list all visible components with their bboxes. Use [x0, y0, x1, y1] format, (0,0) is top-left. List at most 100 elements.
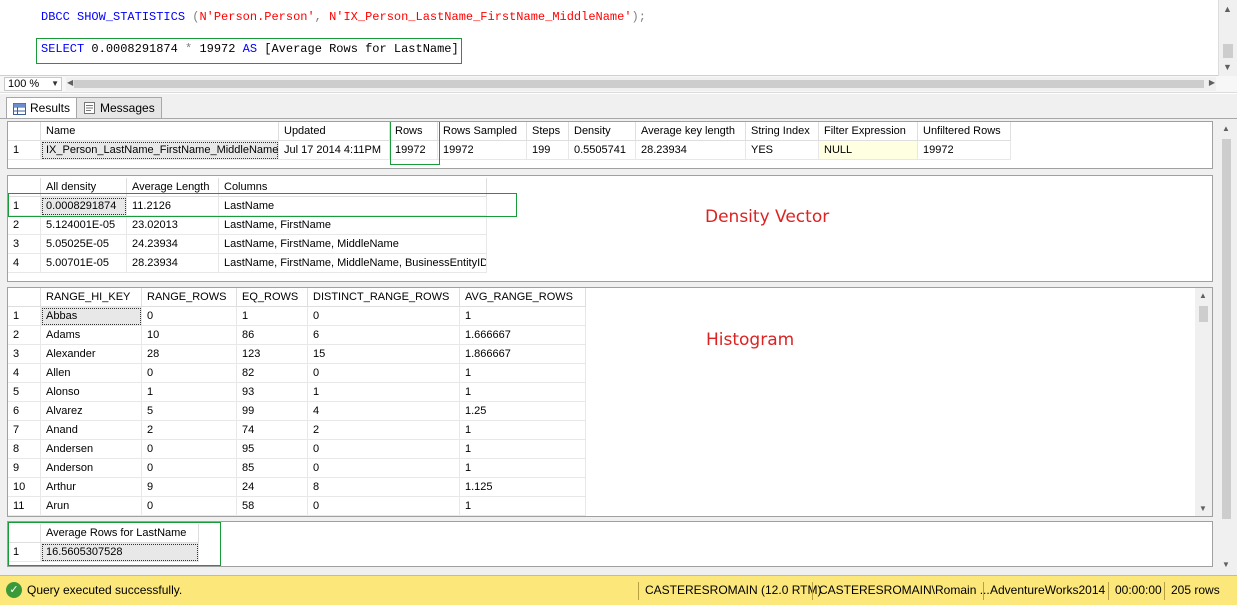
column-header[interactable]: DISTINCT_RANGE_ROWS	[308, 288, 460, 307]
results-vertical-scrollbar[interactable]: ▲ ▼	[1218, 119, 1235, 574]
column-header[interactable]: Updated	[279, 122, 390, 141]
row-number[interactable]: 11	[8, 497, 41, 516]
scroll-up-icon[interactable]: ▲	[1223, 4, 1232, 14]
table-cell[interactable]: 1	[308, 383, 460, 402]
column-header[interactable]: Rows Sampled	[438, 122, 527, 141]
table-cell[interactable]: 9	[142, 478, 237, 497]
table-cell[interactable]: 95	[237, 440, 308, 459]
tab-results[interactable]: Results	[6, 97, 78, 119]
table-cell[interactable]: 1	[460, 421, 586, 440]
table-cell[interactable]: 82	[237, 364, 308, 383]
scroll-thumb[interactable]	[1199, 306, 1208, 322]
table-cell[interactable]: 93	[237, 383, 308, 402]
row-number[interactable]: 4	[8, 254, 41, 273]
histogram-grid[interactable]: RANGE_HI_KEY RANGE_ROWS EQ_ROWS DISTINCT…	[7, 287, 1213, 517]
table-cell[interactable]: 1	[460, 383, 586, 402]
table-cell[interactable]: 1.25	[460, 402, 586, 421]
row-number[interactable]: 9	[8, 459, 41, 478]
column-header[interactable]: AVG_RANGE_ROWS	[460, 288, 586, 307]
table-cell[interactable]: 0	[308, 459, 460, 478]
table-cell[interactable]: Alvarez	[41, 402, 142, 421]
column-header[interactable]: Density	[569, 122, 636, 141]
column-header[interactable]: EQ_ROWS	[237, 288, 308, 307]
row-number[interactable]: 10	[8, 478, 41, 497]
zoom-select[interactable]: 100 % ▼	[4, 77, 62, 91]
table-cell[interactable]: 2	[142, 421, 237, 440]
row-number[interactable]: 4	[8, 364, 41, 383]
column-header[interactable]: Filter Expression	[819, 122, 918, 141]
column-header[interactable]: String Index	[746, 122, 819, 141]
table-cell[interactable]: 5.00701E-05	[41, 254, 127, 273]
table-cell[interactable]: 1.125	[460, 478, 586, 497]
row-number[interactable]: 2	[8, 326, 41, 345]
column-header[interactable]: RANGE_ROWS	[142, 288, 237, 307]
table-cell[interactable]: Abbas	[41, 307, 142, 326]
table-cell[interactable]: 0	[142, 364, 237, 383]
table-cell[interactable]: 19972	[438, 141, 527, 160]
scroll-thumb[interactable]	[1222, 139, 1231, 519]
table-cell[interactable]: 85	[237, 459, 308, 478]
table-cell[interactable]: Arthur	[41, 478, 142, 497]
query-editor[interactable]: DBCC SHOW_STATISTICS (N'Person.Person', …	[0, 0, 1237, 76]
table-cell[interactable]: 6	[308, 326, 460, 345]
scroll-down-icon[interactable]: ▼	[1222, 560, 1230, 569]
table-cell[interactable]: 0	[308, 307, 460, 326]
table-cell[interactable]: LastName, FirstName, MiddleName	[219, 235, 487, 254]
table-cell[interactable]: 99	[237, 402, 308, 421]
scroll-up-icon[interactable]: ▲	[1199, 291, 1207, 300]
table-cell[interactable]: 0.5505741	[569, 141, 636, 160]
table-cell[interactable]: Andersen	[41, 440, 142, 459]
table-cell[interactable]: Allen	[41, 364, 142, 383]
table-cell[interactable]: LastName, FirstName, MiddleName, Busines…	[219, 254, 487, 273]
table-cell[interactable]: 0	[142, 459, 237, 478]
table-cell[interactable]: 123	[237, 345, 308, 364]
table-cell[interactable]: Alexander	[41, 345, 142, 364]
table-cell[interactable]: 0	[308, 440, 460, 459]
table-cell[interactable]: YES	[746, 141, 819, 160]
row-number[interactable]: 5	[8, 383, 41, 402]
column-header[interactable]: Steps	[527, 122, 569, 141]
table-cell[interactable]: 1.866667	[460, 345, 586, 364]
row-number[interactable]: 6	[8, 402, 41, 421]
table-cell[interactable]: Alonso	[41, 383, 142, 402]
histogram-vertical-scrollbar[interactable]: ▲ ▼	[1195, 288, 1212, 516]
row-number[interactable]: 8	[8, 440, 41, 459]
table-cell[interactable]: 0	[142, 307, 237, 326]
table-cell[interactable]: Adams	[41, 326, 142, 345]
scroll-right-icon[interactable]: ▶	[1209, 78, 1215, 87]
table-cell[interactable]: 2	[308, 421, 460, 440]
table-cell[interactable]: 1	[460, 440, 586, 459]
editor-vertical-scrollbar[interactable]: ▲ ▼	[1218, 0, 1237, 76]
scroll-thumb[interactable]	[1223, 44, 1233, 58]
table-cell[interactable]: 199	[527, 141, 569, 160]
scroll-down-icon[interactable]: ▼	[1223, 62, 1232, 72]
table-cell[interactable]: Arun	[41, 497, 142, 516]
table-cell[interactable]: 0	[142, 440, 237, 459]
table-cell[interactable]: 15	[308, 345, 460, 364]
table-cell[interactable]: Anderson	[41, 459, 142, 478]
table-cell[interactable]: 0	[142, 497, 237, 516]
table-cell[interactable]: 24.23934	[127, 235, 219, 254]
scroll-thumb[interactable]	[74, 80, 1204, 88]
table-cell[interactable]: 1	[460, 459, 586, 478]
table-cell[interactable]: 23.02013	[127, 216, 219, 235]
row-number[interactable]: 2	[8, 216, 41, 235]
table-cell[interactable]: 1	[460, 364, 586, 383]
editor-horizontal-scrollbar[interactable]: ◀ ▶	[66, 77, 1216, 91]
scroll-up-icon[interactable]: ▲	[1222, 124, 1230, 133]
density-vector-grid[interactable]: All density Average Length Columns 1 0.0…	[7, 175, 1213, 282]
row-number[interactable]: 3	[8, 235, 41, 254]
table-cell[interactable]: 4	[308, 402, 460, 421]
table-cell[interactable]: IX_Person_LastName_FirstName_MiddleName	[41, 141, 279, 160]
table-cell[interactable]: 1.666667	[460, 326, 586, 345]
table-cell[interactable]: 5	[142, 402, 237, 421]
table-cell[interactable]: 24	[237, 478, 308, 497]
table-cell[interactable]: 8	[308, 478, 460, 497]
table-cell[interactable]: 86	[237, 326, 308, 345]
table-cell[interactable]: 28	[142, 345, 237, 364]
table-cell[interactable]: 5.124001E-05	[41, 216, 127, 235]
chevron-down-icon[interactable]: ▼	[51, 78, 59, 90]
editor-line-1[interactable]: DBCC SHOW_STATISTICS (N'Person.Person', …	[41, 10, 646, 24]
table-cell[interactable]: 28.23934	[636, 141, 746, 160]
table-cell[interactable]: Jul 17 2014 4:11PM	[279, 141, 390, 160]
